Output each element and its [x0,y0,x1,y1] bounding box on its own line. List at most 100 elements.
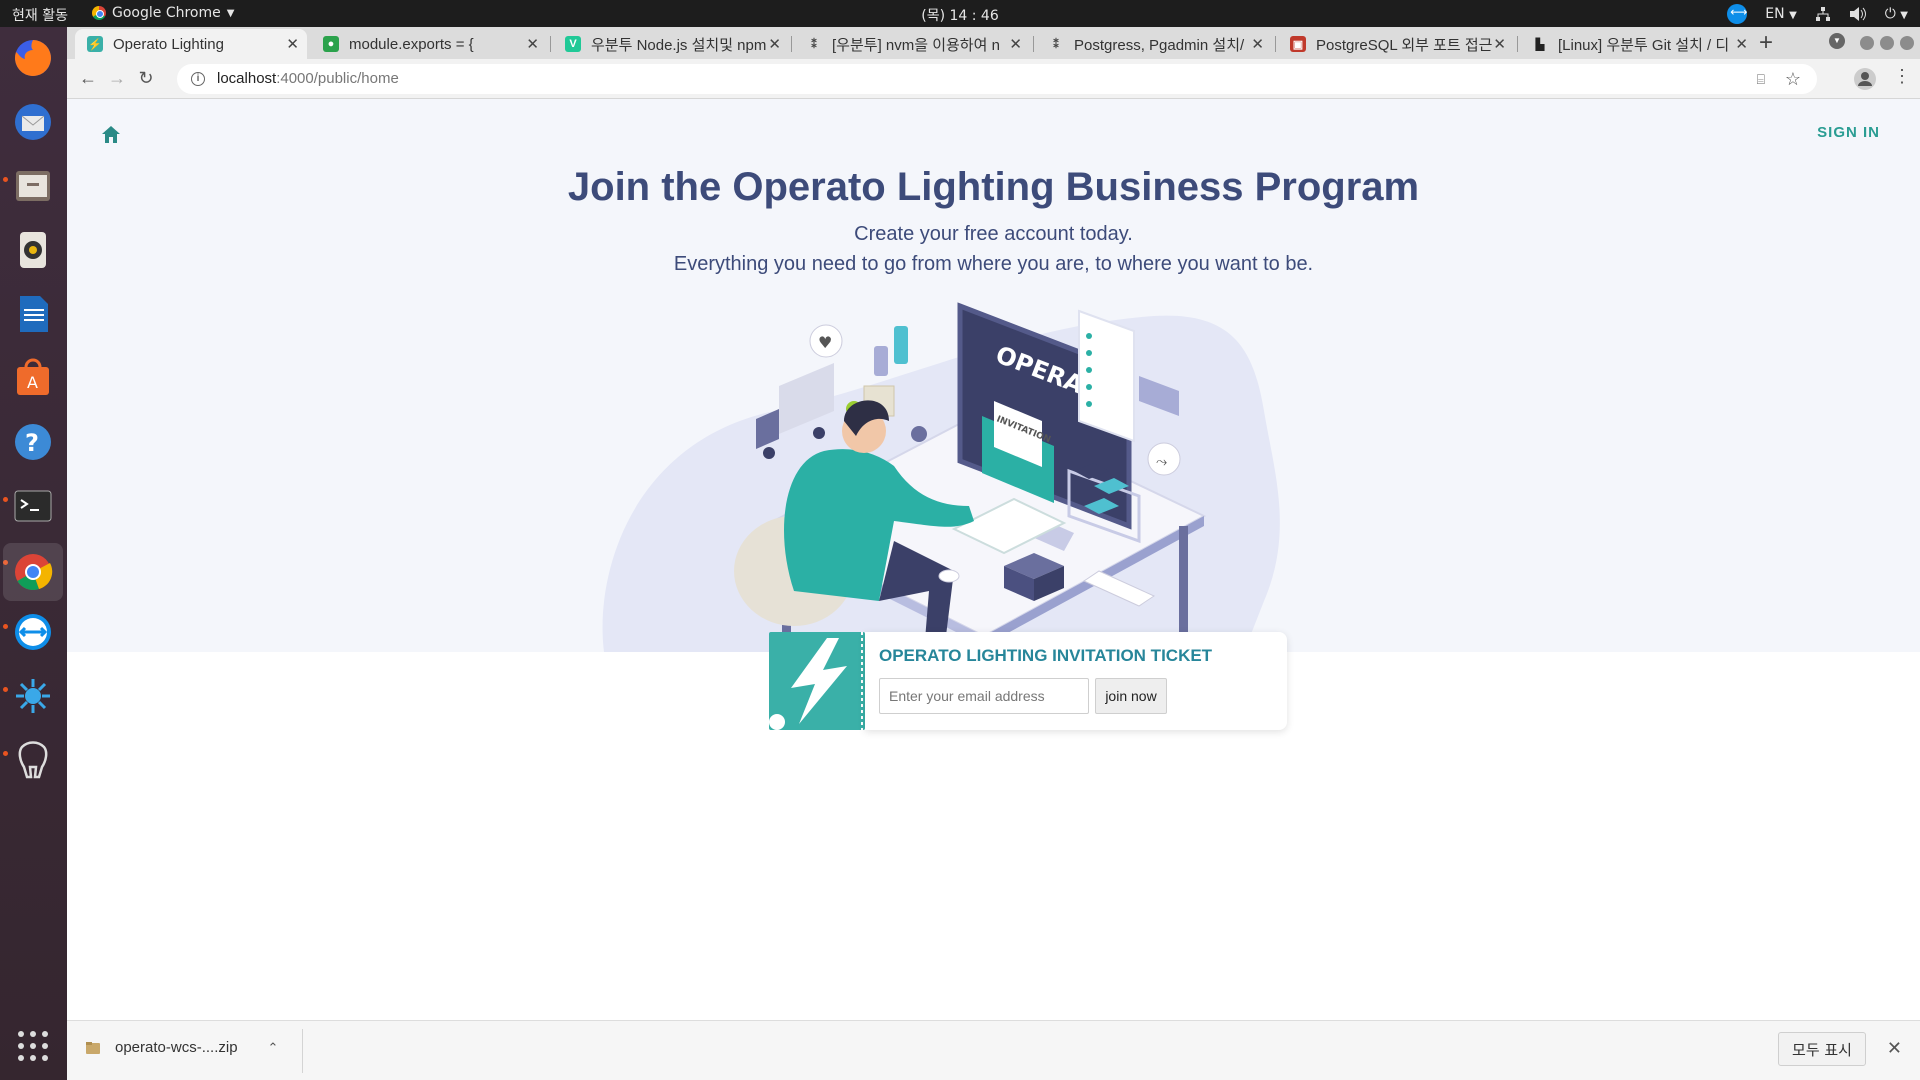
tab-favicon: ● [323,36,339,52]
close-tab-icon[interactable]: ✕ [526,35,539,53]
thunderbird-icon[interactable] [10,99,56,145]
tab-separator [791,36,792,52]
caret-down-icon: ▼ [1789,10,1797,21]
downloads-bar: operato-wcs-....zip ⌃ 모두 표시 ✕ [67,1020,1920,1080]
subtitle-line-1: Create your free account today. [854,223,1133,245]
chrome-menu-icon[interactable]: ⋮ [1893,66,1911,87]
email-input[interactable] [879,678,1089,714]
profile-avatar-icon[interactable] [1854,68,1876,90]
maximize-icon[interactable] [1880,36,1894,50]
tab-favicon: V [565,36,581,52]
url-path: :4000/public/home [276,70,399,87]
show-all-button[interactable]: 모두 표시 [1778,1032,1866,1066]
reload-icon[interactable]: ↻ [135,67,157,89]
tab-postgresql-port[interactable]: ▣ PostgreSQL 외부 포트 접근 ✕ [1278,29,1514,59]
close-tab-icon[interactable]: ✕ [1251,35,1264,53]
close-tab-icon[interactable]: ✕ [1009,35,1022,53]
page-title: Join the Operato Lighting Business Progr… [567,165,1420,209]
chrome-dock-icon[interactable] [3,543,63,601]
invitation-ticket: OPERATO LIGHTING INVITATION TICKET join … [769,632,1287,730]
network-icon[interactable] [1815,6,1831,22]
cylinder-icon [894,326,908,364]
teamviewer-tray-icon[interactable] [1727,4,1747,24]
system-top-bar: 현재 활동 Google Chrome ▼ (목) 14 : 46 EN ▼ ⏻… [0,0,1920,27]
volume-icon[interactable] [1849,6,1867,22]
terminal-icon[interactable] [10,483,56,529]
close-tab-icon[interactable]: ✕ [768,35,781,53]
close-tab-icon[interactable]: ✕ [1493,35,1506,53]
files-icon[interactable] [10,163,56,209]
translate-icon[interactable]: ⌸ [1757,64,1765,94]
site-info-icon[interactable]: i [191,72,205,86]
divider [302,1029,303,1073]
vscode-icon[interactable] [10,673,56,719]
running-indicator [3,624,8,629]
firefox-icon[interactable] [10,35,56,81]
close-tab-icon[interactable]: ✕ [1735,35,1748,53]
minimize-icon[interactable] [1860,36,1874,50]
bookmark-star-icon[interactable]: ☆ [1785,64,1801,94]
back-arrow-icon[interactable]: ← [77,67,99,89]
location-pin-icon [911,426,927,442]
svg-text:⤳: ⤳ [1156,454,1167,470]
hero-illustration: OPERATO INVITATION ♥ ⤳ [602,302,1280,652]
download-item[interactable]: operato-wcs-....zip ⌃ [85,1039,278,1056]
new-tab-plus-icon[interactable]: + [1759,29,1773,57]
clock[interactable]: (목) 14 : 46 [0,5,1920,25]
tab-nvm[interactable]: ⁑ [우분투] nvm을 이용하여 n ✕ [794,29,1030,59]
page-content: SIGN IN Join the Operato Lighting Busine… [67,99,1920,1020]
running-indicator [3,497,8,502]
tab-search-icon[interactable]: ▼ [1829,33,1845,49]
url-host: localhost [217,70,277,87]
operato-favicon: ⚡ [87,36,103,52]
lightning-bolt-icon [769,632,863,730]
tab-nodejs-install[interactable]: V 우분투 Node.js 설치및 npm ✕ [553,29,789,59]
tab-separator [1033,36,1034,52]
power-icon: ⏻ [1884,6,1896,22]
caret-down-icon: ▼ [1900,10,1908,21]
checklist-panel [1078,309,1135,443]
language-indicator[interactable]: EN ▼ [1765,6,1796,22]
download-filename: operato-wcs-....zip [115,1039,238,1056]
tab-module-exports[interactable]: ● module.exports = { ✕ [311,29,547,59]
tab-favicon: ▙ [1535,38,1545,51]
sign-in-link[interactable]: SIGN IN [1817,124,1880,141]
running-indicator [3,177,8,182]
tab-postgres-pgadmin[interactable]: ⁑ Postgress, Pgadmin 설치/ ✕ [1036,29,1272,59]
tab-operato-lighting[interactable]: ⚡ Operato Lighting ✕ [75,29,307,59]
software-center-icon[interactable]: A [10,355,56,401]
address-bar[interactable]: i localhost:4000/public/home ⌸ ☆ [177,64,1817,94]
tab-separator [1275,36,1276,52]
running-indicator [3,687,8,692]
power-menu[interactable]: ⏻ ▼ [1885,6,1908,22]
tab-favicon: ⁑ [811,38,817,51]
tab-separator [1517,36,1518,52]
help-icon[interactable]: ? [10,419,56,465]
close-window-icon[interactable] [1900,36,1914,50]
writer-icon[interactable] [10,291,56,337]
show-applications-icon[interactable] [10,1023,56,1069]
forward-arrow-icon[interactable]: → [106,67,128,89]
close-tab-icon[interactable]: ✕ [286,35,299,53]
join-now-button[interactable]: join now [1095,678,1167,714]
running-indicator [3,751,8,756]
home-icon[interactable] [99,123,123,147]
svg-text:♥: ♥ [818,333,832,352]
zip-file-icon [86,1041,100,1054]
ticket-title: OPERATO LIGHTING INVITATION TICKET [879,646,1213,665]
svg-text:A: A [27,373,38,392]
ubuntu-dock: A ? [0,27,67,1080]
teamviewer-icon[interactable] [10,609,56,655]
tab-title: Operato Lighting [113,35,224,53]
tab-title: module.exports = { [349,35,474,53]
close-downloads-icon[interactable]: ✕ [1887,1038,1902,1059]
tab-title: Postgress, Pgadmin 설치/ [1074,36,1245,54]
tab-favicon: ⁑ [1053,38,1059,51]
pgadmin-icon[interactable] [10,737,56,783]
ticket-body: OPERATO LIGHTING INVITATION TICKET join … [865,632,1287,730]
rhythmbox-icon[interactable] [10,227,56,273]
chevron-up-icon[interactable]: ⌃ [268,1040,279,1056]
browser-toolbar: ← → ↻ i localhost:4000/public/home ⌸ ☆ ⋮ [67,59,1920,99]
language-label: EN [1765,6,1785,22]
tab-linux-git[interactable]: ▙ [Linux] 우분투 Git 설치 / 디 ✕ [1520,29,1756,59]
